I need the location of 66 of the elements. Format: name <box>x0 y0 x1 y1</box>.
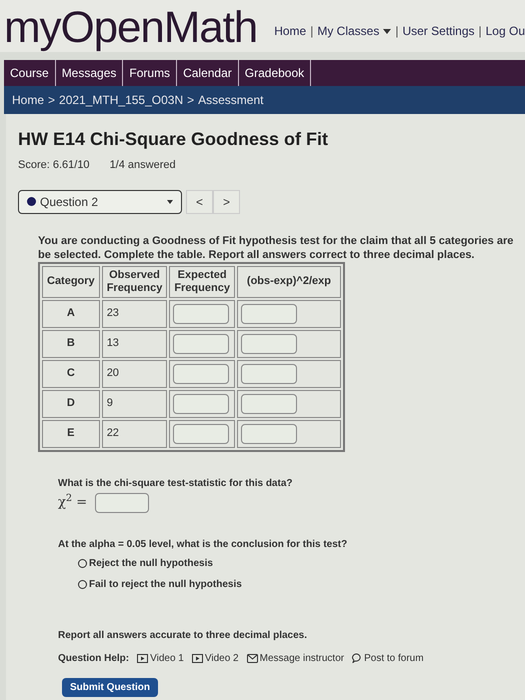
question-text: You are conducting a Goodness of Fit hypothesis test for the claim that all 5 categories are <box>38 234 514 248</box>
table-cell: 13 <box>102 330 168 358</box>
radio-button[interactable] <box>78 580 87 588</box>
table-cell: 20 <box>102 360 168 388</box>
breadcrumb-separator: > <box>187 92 194 109</box>
pager-button[interactable]: > <box>213 190 240 214</box>
top-link[interactable]: User Settings <box>402 22 474 40</box>
table-cell: 22 <box>102 420 168 448</box>
pager-button[interactable]: < <box>186 190 213 214</box>
envelope-icon <box>246 654 258 662</box>
column-header: Expected Frequency <box>169 266 235 298</box>
table-cell: 9 <box>102 390 168 418</box>
table-cell: E <box>42 420 100 448</box>
top-link[interactable]: Home <box>274 22 306 40</box>
report-note: Report all answers accurate to three decimal places. <box>58 628 308 642</box>
play-icon <box>192 654 203 662</box>
option-label: Fail to reject the null hypothesis <box>89 578 242 592</box>
answer-field[interactable] <box>240 304 297 324</box>
breadcrumb-link[interactable]: 2021_MTH_155_O03N <box>59 91 184 109</box>
play-icon <box>137 654 148 662</box>
table-cell: D <box>42 390 100 418</box>
chi-square-label: χ$^{2}$ = <box>58 492 88 512</box>
answer-field[interactable] <box>240 334 297 354</box>
help-link[interactable]: Video 1 <box>137 650 184 666</box>
answer-field[interactable] <box>173 364 230 384</box>
option-label: Reject the null hypothesis <box>89 556 213 570</box>
caret-icon <box>167 200 173 204</box>
question-text: be selected. Complete the table. Report all answers correct to three decimal places. <box>38 248 476 262</box>
link-separator: | <box>310 23 314 40</box>
answer-field[interactable] <box>173 304 230 324</box>
answer-field[interactable] <box>240 364 297 384</box>
help-link[interactable]: Message instructor <box>246 650 344 666</box>
table-cell: C <box>42 360 100 388</box>
top-link[interactable]: Log Ou <box>486 22 525 40</box>
answer-field[interactable] <box>240 394 297 414</box>
breadcrumb-link[interactable]: Assessment <box>198 91 264 109</box>
help-link[interactable]: Post to forum <box>352 650 424 666</box>
answer-field[interactable] <box>240 424 297 444</box>
column-header: Category <box>42 266 100 298</box>
help-link[interactable]: Video 2 <box>192 650 239 666</box>
link-separator: | <box>478 23 482 40</box>
column-header: Observed Frequency <box>102 266 168 298</box>
answered-count: 1/4 answered <box>110 158 176 173</box>
site-logo: myOpenMath <box>4 4 258 52</box>
column-header: (obs-exp)^2/exp <box>236 266 341 298</box>
speech-bubble-icon <box>352 653 362 663</box>
answer-field[interactable] <box>173 394 230 414</box>
radio-button[interactable] <box>78 558 87 568</box>
breadcrumb-link[interactable]: Home <box>12 91 44 109</box>
top-link[interactable]: My Classes <box>317 22 380 40</box>
answer-field[interactable] <box>173 424 230 444</box>
assignment-title: HW E14 Chi-Square Goodness of Fit <box>18 128 330 151</box>
help-label: Question Help: <box>58 652 130 666</box>
link-separator: | <box>395 23 398 40</box>
question-text: What is the chi-square test-statistic for this data? <box>58 476 294 490</box>
answer-field[interactable] <box>95 492 150 512</box>
table-cell: B <box>42 330 100 358</box>
table-cell: A <box>42 300 100 328</box>
score-text: Score: 6.61/10 <box>18 158 90 173</box>
table-cell: 23 <box>102 300 168 328</box>
question-select[interactable]: Question 2 <box>18 190 182 214</box>
caret-icon <box>383 28 392 34</box>
question-text: At the alpha = 0.05 level, what is the conclusion for this test? <box>58 538 348 552</box>
submit-button[interactable]: Submit Question <box>62 678 158 696</box>
breadcrumb-separator: > <box>48 92 56 109</box>
answer-field[interactable] <box>173 334 230 354</box>
